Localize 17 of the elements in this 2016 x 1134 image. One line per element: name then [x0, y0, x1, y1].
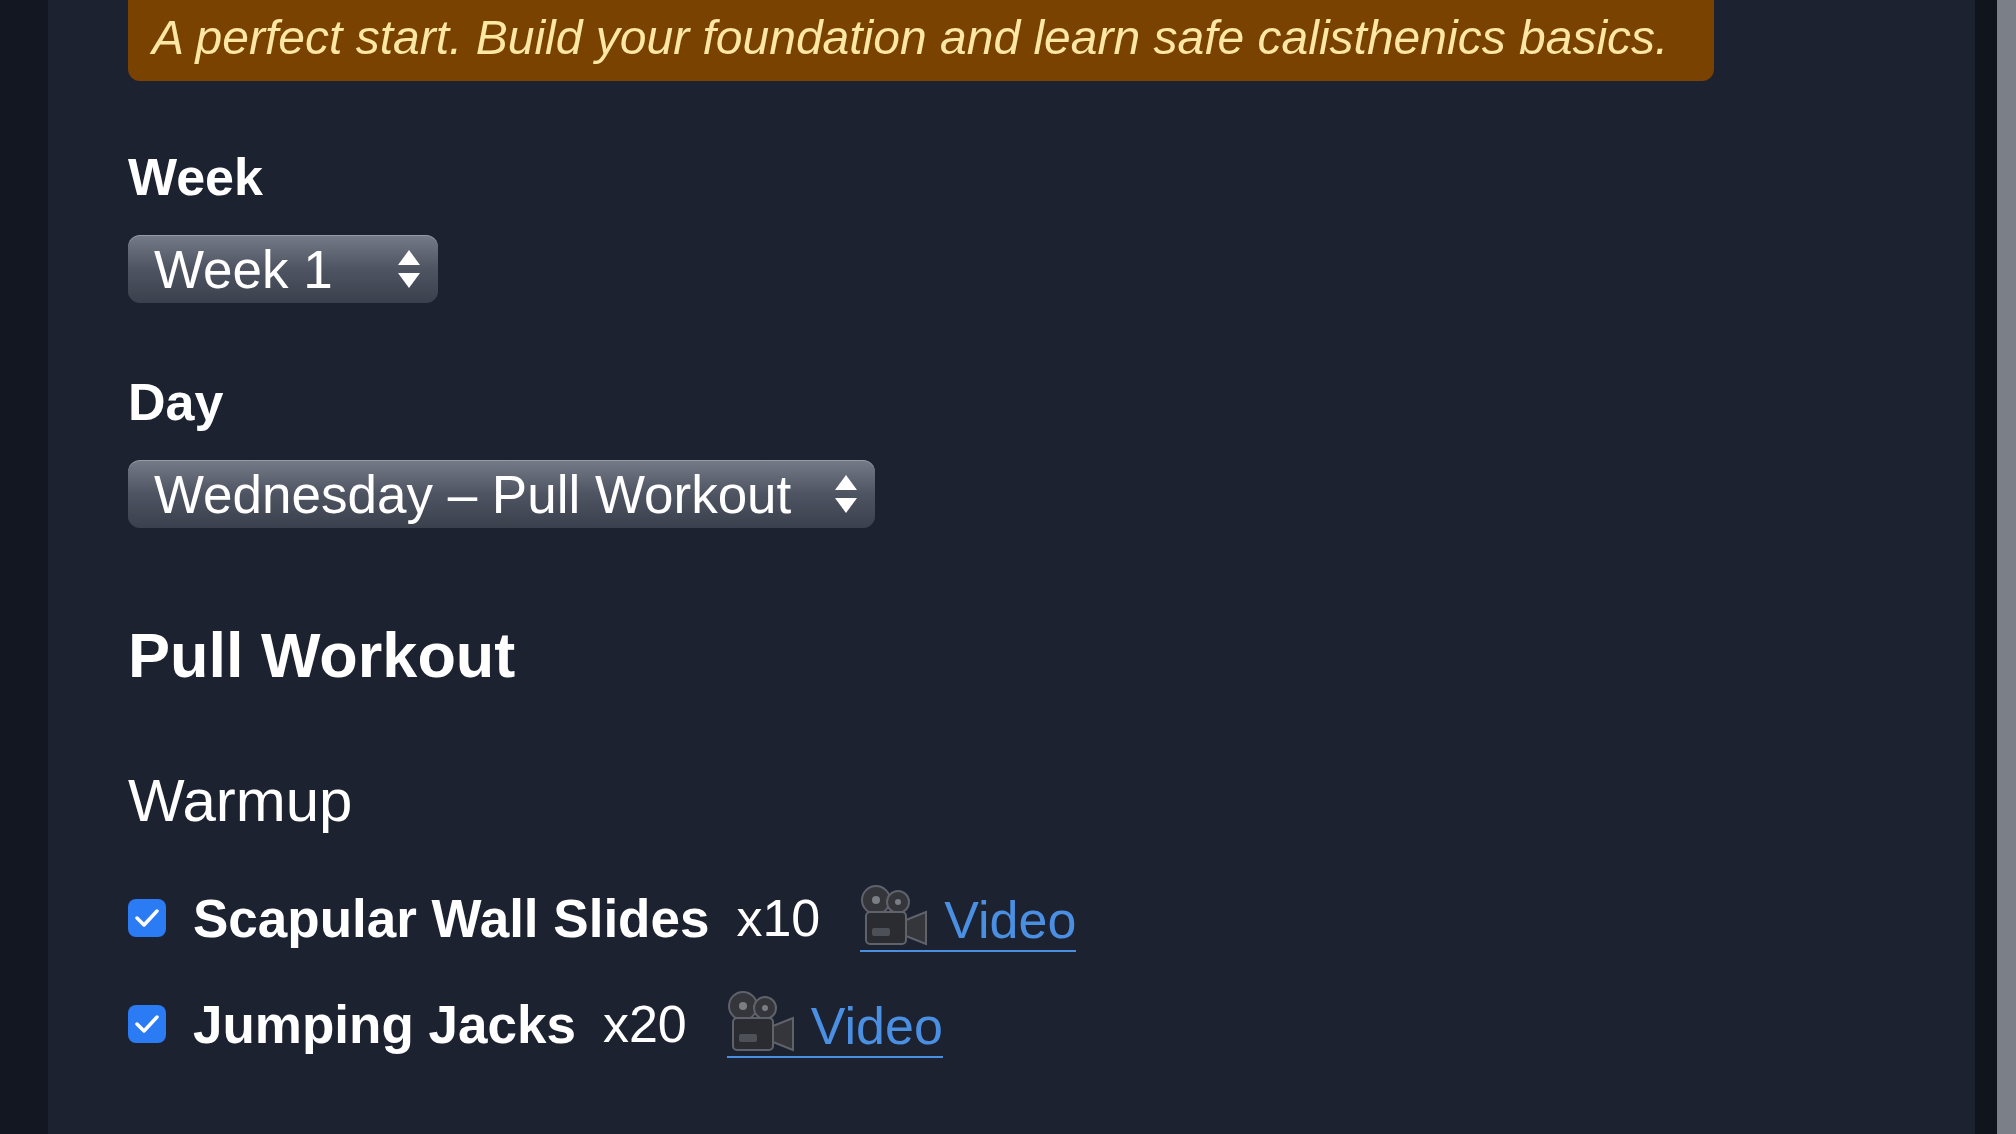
field-label: Week — [128, 151, 263, 203]
exercise-reps: x10 — [736, 892, 821, 944]
dropdown-select[interactable]: Wednesday – Pull Workout — [128, 460, 875, 528]
workout-title: Pull Workout — [128, 624, 516, 687]
video-link[interactable]: Video — [726, 990, 943, 1058]
section-title: Warmup — [128, 771, 353, 831]
video-link[interactable]: Video — [860, 884, 1077, 952]
banner-text: A perfect start. Build your foundation and learn safe calisthenics basics. — [152, 13, 1669, 62]
check-icon — [135, 908, 159, 928]
exercise-reps: x20 — [602, 998, 687, 1050]
check-icon — [135, 1014, 159, 1034]
checkbox[interactable] — [128, 1005, 166, 1043]
checkbox[interactable] — [128, 899, 166, 937]
scrollbar[interactable] — [1997, 0, 2016, 1134]
up-down-arrows-icon — [835, 475, 857, 513]
dropdown-select[interactable]: Week 1 — [128, 235, 438, 303]
up-down-arrows-icon — [398, 250, 420, 288]
